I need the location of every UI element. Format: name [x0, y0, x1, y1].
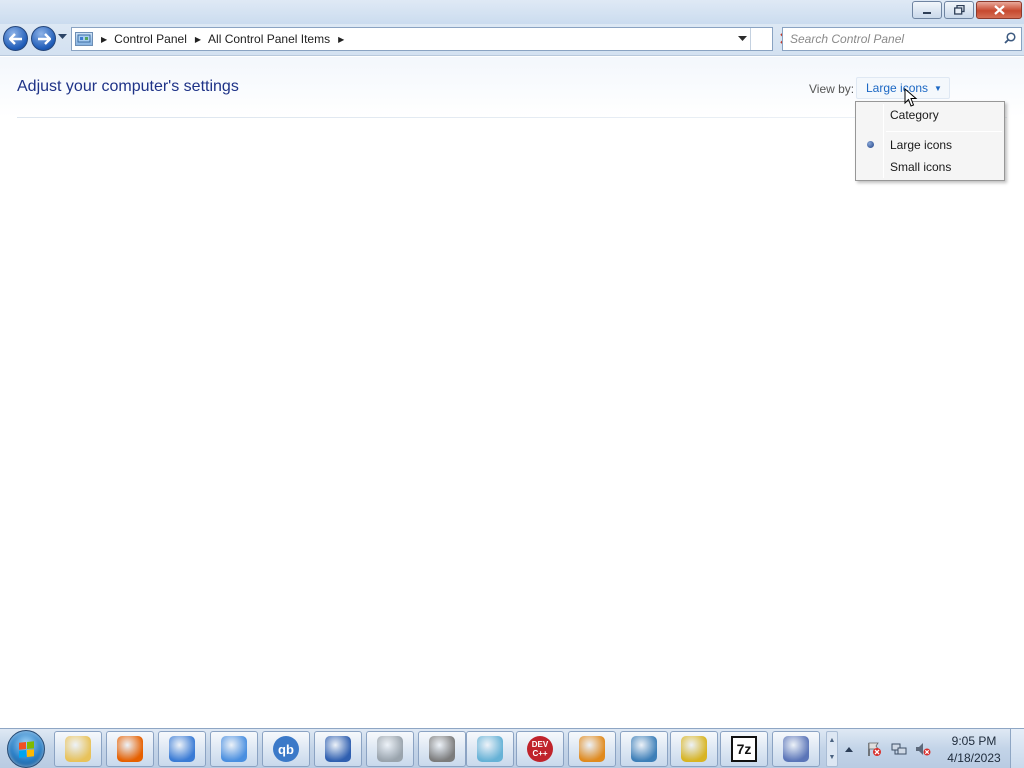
- breadcrumb-separator-icon[interactable]: ▶: [195, 35, 201, 44]
- clock-date[interactable]: 4/18/2023: [944, 751, 1004, 765]
- chevron-up-icon: [845, 747, 853, 752]
- chromium-browser-icon: [221, 736, 247, 762]
- search-placeholder: Search Control Panel: [790, 32, 905, 46]
- fax-printer-icon: [429, 736, 455, 762]
- taskbar-button[interactable]: [54, 731, 102, 767]
- restore-icon: [953, 5, 965, 15]
- address-history-dropdown[interactable]: [738, 34, 747, 44]
- taskbar-button[interactable]: [466, 731, 514, 767]
- taskbar-button[interactable]: [106, 731, 154, 767]
- title-bar: [0, 0, 1024, 24]
- caption-buttons: [910, 1, 1022, 19]
- start-button[interactable]: [7, 730, 45, 768]
- forward-button[interactable]: [31, 26, 56, 51]
- volume-muted-icon[interactable]: [915, 741, 931, 757]
- breadcrumb-separator-icon[interactable]: ▶: [101, 35, 107, 44]
- search-tool-icon: [579, 736, 605, 762]
- font-tool-icon: [783, 736, 809, 762]
- forward-arrow-icon: [37, 32, 51, 45]
- windows-logo-icon: [19, 741, 34, 758]
- show-hidden-icons-button[interactable]: [845, 744, 853, 754]
- menu-item-large-icons[interactable]: Large icons: [858, 134, 1002, 156]
- menu-item-label: Large icons: [890, 138, 953, 152]
- taskbar-button[interactable]: [620, 731, 668, 767]
- calculator-icon: [377, 736, 403, 762]
- clock-time[interactable]: 9:05 PM: [944, 734, 1004, 748]
- view-by-dropdown[interactable]: Large icons ▼: [856, 77, 950, 99]
- taskbar-button[interactable]: 7z: [720, 731, 768, 767]
- taskbar-scroll[interactable]: ▲ ▼: [826, 731, 838, 767]
- restore-button[interactable]: [944, 1, 974, 19]
- action-center-flag-icon[interactable]: [866, 741, 882, 757]
- menu-separator: [886, 131, 1002, 132]
- close-button[interactable]: [976, 1, 1022, 19]
- mouse-cursor-icon: [904, 88, 918, 107]
- show-desktop-button[interactable]: [1010, 729, 1024, 768]
- taskbar-button[interactable]: [568, 731, 616, 767]
- 7zip-icon: 7z: [731, 736, 757, 762]
- back-button[interactable]: [3, 26, 28, 51]
- taskbar-button[interactable]: DEV C++: [516, 731, 564, 767]
- minimize-icon: [923, 12, 931, 14]
- control-panel-icon: [169, 736, 195, 762]
- menu-item-label: Small icons: [890, 160, 952, 174]
- page-title: Adjust your computer's settings: [17, 78, 239, 95]
- menu-item-small-icons[interactable]: Small icons: [858, 156, 1002, 178]
- taskbar-button[interactable]: [772, 731, 820, 767]
- menu-item-label: Category: [890, 108, 939, 122]
- control-panel-icon: [75, 32, 93, 46]
- minimize-button[interactable]: [912, 1, 942, 19]
- taskbar-button[interactable]: [670, 731, 718, 767]
- recent-pages-dropdown[interactable]: [58, 34, 67, 42]
- notes-icon: [477, 736, 503, 762]
- network-icon[interactable]: [891, 741, 907, 757]
- photo-viewer-icon: [631, 736, 657, 762]
- menu-item-category[interactable]: Category: [858, 104, 1002, 126]
- taskbar-button[interactable]: [366, 731, 414, 767]
- taskbar-button[interactable]: qb: [262, 731, 310, 767]
- radio-selected-icon: [867, 141, 874, 148]
- chevron-down-icon: [58, 34, 67, 39]
- view-by-menu: Category Large icons Small icons: [855, 101, 1005, 181]
- breadcrumb-separator-icon[interactable]: ▶: [338, 35, 344, 44]
- close-icon: [993, 5, 1005, 15]
- qbittorrent-icon: qb: [273, 736, 299, 762]
- remote-desktop-icon: [325, 736, 351, 762]
- taskbar-button[interactable]: [210, 731, 258, 767]
- taskbar: qb DEV C++ 7z ▲ ▼ 9:05 PM 4/18/2023: [0, 728, 1024, 768]
- view-by-value: Large icons: [866, 81, 929, 95]
- address-bar[interactable]: ▶ Control Panel ▶ All Control Panel Item…: [71, 27, 773, 51]
- windows-explorer-icon: [65, 736, 91, 762]
- chevron-down-icon: ▼: [934, 83, 942, 93]
- firefox-icon: [117, 736, 143, 762]
- navigation-bar: ▶ Control Panel ▶ All Control Panel Item…: [0, 24, 1024, 56]
- help-icon: [681, 736, 707, 762]
- breadcrumb-control-panel[interactable]: Control Panel: [114, 32, 187, 46]
- address-divider: [750, 28, 751, 50]
- chevron-down-icon: [738, 36, 747, 41]
- back-arrow-icon: [8, 32, 22, 45]
- taskbar-button[interactable]: [158, 731, 206, 767]
- search-box[interactable]: Search Control Panel: [782, 27, 1022, 51]
- breadcrumb-all-control-panel-items[interactable]: All Control Panel Items: [208, 32, 330, 46]
- search-icon[interactable]: [1004, 32, 1016, 44]
- taskbar-button[interactable]: [314, 731, 362, 767]
- dev-cpp-icon: DEV C++: [527, 736, 553, 762]
- view-by-label: View by:: [809, 82, 855, 96]
- taskbar-button[interactable]: [418, 731, 466, 767]
